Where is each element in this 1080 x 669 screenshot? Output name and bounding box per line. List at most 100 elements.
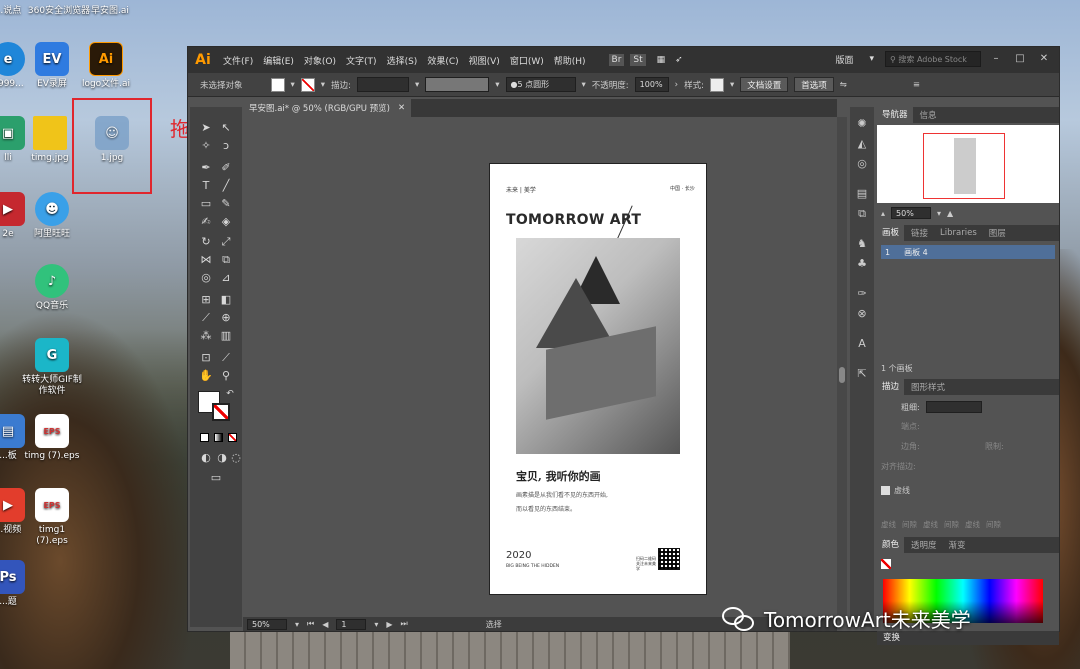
tab-artboards[interactable]: 画板: [877, 225, 905, 241]
stroke-weight-field[interactable]: [925, 401, 982, 413]
desktop-icon-1jpg[interactable]: ☺ 1.jpg: [82, 116, 142, 164]
menu-file[interactable]: 文件(F): [218, 54, 258, 67]
chevron-down-icon[interactable]: ▾: [864, 54, 879, 64]
brush-definition[interactable]: ● 5 点圆形: [505, 77, 576, 92]
chevron-down-icon[interactable]: ▾: [291, 80, 295, 90]
desktop-icon[interactable]: timg.jpg: [20, 116, 80, 164]
tab-stroke[interactable]: 描边: [877, 379, 905, 395]
stroke-weight-input[interactable]: [356, 77, 409, 92]
chevron-down-icon[interactable]: ▾: [321, 80, 325, 90]
navigator-zoom-input[interactable]: 50%: [891, 207, 932, 219]
minimize-button[interactable]: –: [987, 52, 1005, 66]
artboard-tool-icon[interactable]: ⊡: [198, 351, 214, 365]
puppet-icon[interactable]: ♞: [855, 237, 869, 251]
desktop-icon[interactable]: Ai logo文件.ai: [76, 42, 136, 90]
tab-info[interactable]: 信息: [915, 109, 942, 121]
menu-select[interactable]: 选择(S): [382, 54, 423, 67]
artboard-number[interactable]: 1: [336, 618, 367, 630]
shaper-tool-icon[interactable]: ✍: [198, 215, 214, 229]
scale-tool-icon[interactable]: ⤢: [218, 235, 234, 249]
dashed-checkbox[interactable]: [881, 486, 890, 495]
tab-libraries[interactable]: Libraries: [935, 228, 982, 238]
canvas[interactable]: 未来 | 美学 中国 · 长沙 TOMORROW ART 宝贝, 我听你的画 画…: [243, 117, 837, 617]
blend-tool-icon[interactable]: ⊕: [218, 311, 234, 325]
magic-wand-icon[interactable]: ✧: [198, 139, 214, 153]
rectangle-tool-icon[interactable]: ▭: [198, 197, 214, 211]
first-artboard-icon[interactable]: ⏮: [307, 619, 314, 629]
symbols-icon[interactable]: ♣: [855, 257, 869, 271]
appearance-icon[interactable]: ◎: [855, 157, 869, 171]
eraser-icon[interactable]: ◈: [218, 215, 234, 229]
perspective-grid-icon[interactable]: ⊿: [218, 271, 234, 285]
close-button[interactable]: ✕: [1035, 52, 1053, 66]
menu-type[interactable]: 文字(T): [341, 54, 382, 67]
export-icon[interactable]: ⇱: [855, 367, 869, 381]
curvature-tool-icon[interactable]: ✐: [218, 161, 234, 175]
color-guide-icon[interactable]: ✺: [855, 117, 869, 131]
stock-button[interactable]: St: [630, 54, 646, 66]
direct-selection-tool-icon[interactable]: ↖: [218, 121, 234, 135]
tab-navigator[interactable]: 导航器: [877, 107, 913, 123]
shape-builder-icon[interactable]: ◎: [198, 271, 214, 285]
none-mode-icon[interactable]: [228, 433, 237, 442]
menu-edit[interactable]: 编辑(E): [258, 54, 299, 67]
chevron-right-icon[interactable]: ›: [675, 80, 678, 90]
navigator-view-box[interactable]: [923, 133, 1005, 199]
stroke-swatch[interactable]: [300, 77, 315, 92]
tab-layers[interactable]: 图层: [984, 227, 1011, 239]
scroll-thumb[interactable]: [839, 367, 845, 383]
stock-search-input[interactable]: ⚲ 搜索 Adobe Stock: [885, 51, 981, 67]
graphic-style-swatch[interactable]: [709, 77, 724, 92]
graphic-styles-icon[interactable]: ⊗: [855, 307, 869, 321]
menu-object[interactable]: 对象(O): [299, 54, 341, 67]
type-tool-icon[interactable]: T: [198, 179, 214, 193]
document-setup-button[interactable]: 文档设置: [740, 77, 789, 92]
desktop-icon[interactable]: ▤ ...板: [0, 414, 38, 462]
tab-graphic-styles[interactable]: 图形样式: [906, 381, 950, 393]
artboard[interactable]: 未来 | 美学 中国 · 长沙 TOMORROW ART 宝贝, 我听你的画 画…: [489, 163, 707, 595]
chevron-down-icon[interactable]: ▾: [495, 80, 499, 90]
artboard-row[interactable]: 1 画板 4: [881, 245, 1055, 259]
tab-color[interactable]: 颜色: [877, 537, 905, 553]
rotate-tool-icon[interactable]: ↻: [198, 235, 214, 249]
tab-gradient[interactable]: 渐变: [944, 539, 971, 551]
align-icon[interactable]: ⇋: [840, 80, 847, 90]
screen-mode-icon[interactable]: ▭: [208, 471, 224, 485]
pathfinder-icon[interactable]: ⧉: [855, 207, 869, 221]
gradient-tool-icon[interactable]: ◧: [218, 293, 234, 307]
chevron-down-icon[interactable]: ▾: [374, 620, 378, 629]
opacity-input[interactable]: 100%: [634, 77, 669, 92]
last-artboard-icon[interactable]: ⏭: [401, 619, 408, 629]
draw-normal-icon[interactable]: ◐: [198, 451, 214, 465]
navigator-preview[interactable]: [877, 125, 1059, 203]
bridge-button[interactable]: Br: [608, 54, 625, 66]
maximize-button[interactable]: □: [1011, 52, 1029, 66]
menu-effect[interactable]: 效果(C): [422, 54, 463, 67]
paintbrush-icon[interactable]: ✎: [218, 197, 234, 211]
zoom-level[interactable]: 50%: [247, 618, 287, 630]
eyedropper-icon[interactable]: ⟋: [198, 311, 214, 325]
chevron-down-icon[interactable]: ▾: [730, 80, 734, 90]
desktop-icon[interactable]: ♪ QQ音乐: [22, 264, 82, 312]
tab-transparency[interactable]: 透明度: [906, 539, 942, 551]
gradient-mode-icon[interactable]: [214, 433, 223, 442]
zoom-in-icon[interactable]: ▲: [947, 209, 953, 218]
preferences-button[interactable]: 首选项: [794, 77, 834, 92]
fill-swatch[interactable]: [270, 77, 285, 92]
tab-links[interactable]: 链接: [906, 227, 933, 239]
menu-window[interactable]: 窗口(W): [505, 54, 549, 67]
color-mode-icon[interactable]: [200, 433, 209, 442]
stroke-color-box[interactable]: [212, 403, 230, 421]
workspace-switcher[interactable]: 版面: [830, 53, 858, 66]
menu-view[interactable]: 视图(V): [464, 54, 505, 67]
line-tool-icon[interactable]: ╱: [218, 179, 234, 193]
draw-inside-icon[interactable]: ◌: [228, 451, 244, 465]
chevron-down-icon[interactable]: ▾: [582, 80, 586, 90]
slice-tool-icon[interactable]: ⟋: [218, 351, 234, 365]
prev-artboard-icon[interactable]: ◀: [322, 620, 328, 629]
character-icon[interactable]: A: [855, 337, 869, 351]
chevron-down-icon[interactable]: ▾: [415, 80, 419, 90]
brushes-icon[interactable]: ✑: [855, 287, 869, 301]
selection-tool-icon[interactable]: ➤: [198, 121, 214, 135]
pen-tool-icon[interactable]: ✒: [198, 161, 214, 175]
